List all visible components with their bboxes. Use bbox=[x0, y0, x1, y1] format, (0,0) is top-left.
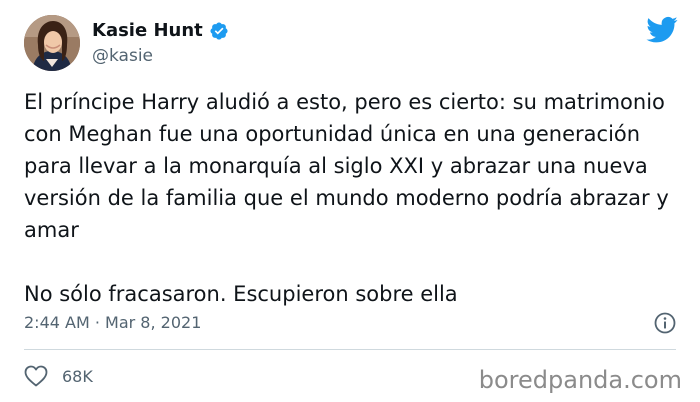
tweet-text: El príncipe Harry aludió a esto, pero es… bbox=[24, 86, 684, 310]
author-handle[interactable]: @kasie bbox=[92, 46, 153, 66]
verified-badge-icon bbox=[209, 21, 229, 41]
avatar-photo bbox=[24, 15, 80, 71]
like-action[interactable]: 68K bbox=[24, 365, 93, 387]
avatar[interactable] bbox=[24, 15, 80, 71]
divider bbox=[24, 349, 676, 350]
tweet-timestamp[interactable]: 2:44 AM · Mar 8, 2021 bbox=[24, 311, 201, 335]
info-icon[interactable] bbox=[654, 312, 676, 334]
heart-icon[interactable] bbox=[24, 365, 48, 387]
tweet-paragraph-2: No sólo fracasaron. Escupieron sobre ell… bbox=[24, 282, 458, 306]
tweet-paragraph-1: El príncipe Harry aludió a esto, pero es… bbox=[24, 90, 669, 242]
author-name-row[interactable]: Kasie Hunt bbox=[92, 20, 229, 42]
watermark: boredpanda.com bbox=[478, 366, 682, 394]
author-display-name[interactable]: Kasie Hunt bbox=[92, 20, 203, 42]
twitter-bird-icon[interactable] bbox=[646, 16, 678, 44]
like-count: 68K bbox=[62, 366, 93, 386]
